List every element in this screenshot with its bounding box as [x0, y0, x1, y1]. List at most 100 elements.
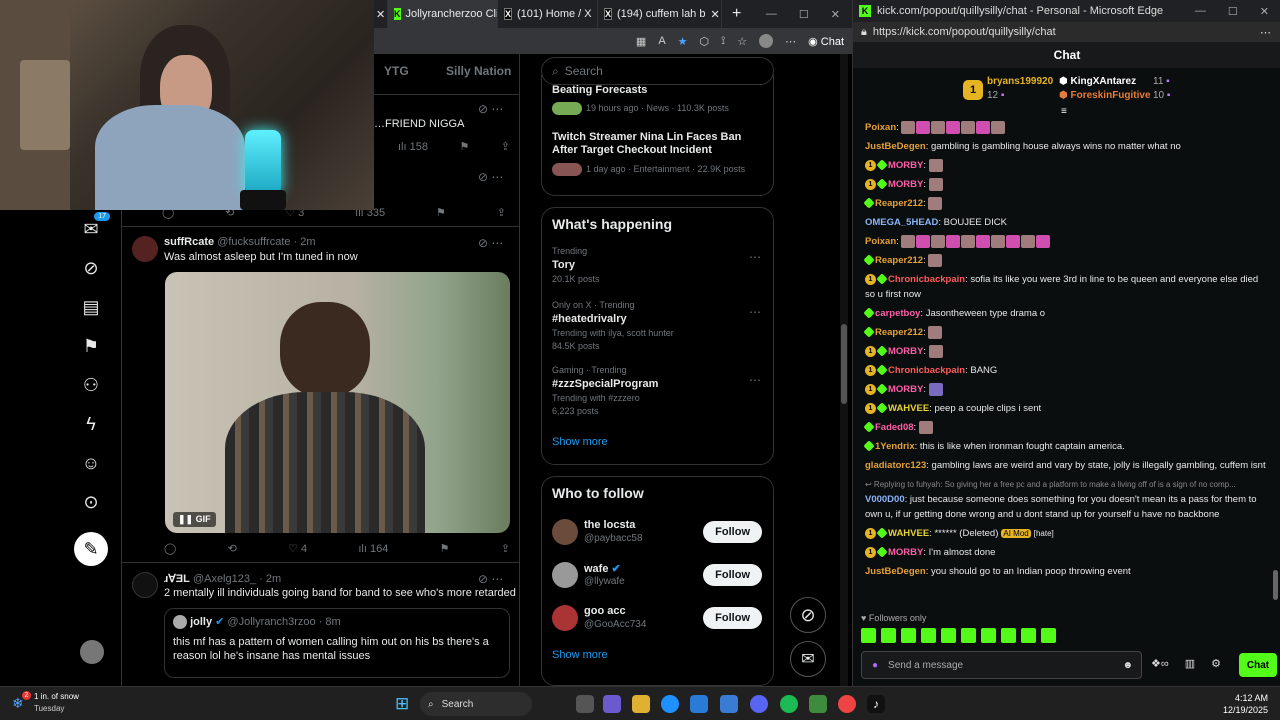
app-icon[interactable]	[809, 695, 827, 713]
follow-button[interactable]: Follow	[703, 564, 762, 586]
chat-emote-icon[interactable]	[928, 177, 943, 191]
like-icon[interactable]: ♡ 4	[288, 542, 307, 555]
avatar[interactable]	[132, 572, 158, 598]
tiktok-icon[interactable]: ♪	[867, 695, 885, 713]
emote-icon[interactable]	[861, 628, 876, 643]
chat-username[interactable]: OMEGA_5HEAD	[865, 217, 938, 228]
scrollbar-thumb[interactable]	[841, 324, 847, 404]
chat-emote-icon[interactable]	[928, 325, 943, 339]
chat-username[interactable]: Reaper212	[875, 255, 923, 266]
views-icon[interactable]: ılı 158	[398, 141, 428, 153]
mail-icon[interactable]	[720, 695, 738, 713]
chat-username[interactable]: Poixan	[865, 122, 896, 133]
follow-suggestion[interactable]: the locsta @paybacc58 Follow	[552, 519, 762, 549]
trend-item[interactable]: Only on X · Trending #heatedrivalry Tren…	[552, 300, 763, 351]
reply-context[interactable]: ↩ Replying to fuhyah: So giving her a fr…	[865, 477, 1269, 492]
emote-icon[interactable]	[1001, 628, 1016, 643]
expand-leaderboard-icon[interactable]: ≡	[1061, 106, 1067, 117]
chat-emote-icon[interactable]	[928, 158, 943, 172]
tab-x-home[interactable]: X (101) Home / X	[498, 0, 598, 28]
reader-icon[interactable]: ▦	[636, 35, 646, 48]
show-more-link[interactable]: Show more	[552, 649, 608, 661]
emote-icon[interactable]	[1041, 628, 1056, 643]
chat-username[interactable]: WAHVEE	[888, 528, 929, 539]
chat-emote-icon[interactable]	[976, 234, 991, 248]
chat-emote-icon[interactable]	[918, 420, 933, 434]
read-aloud-icon[interactable]: A	[658, 35, 665, 47]
page-options-icon[interactable]: ⋯	[1260, 26, 1280, 39]
weather-text[interactable]: 1 in. of snow	[34, 692, 79, 701]
post-gif[interactable]: ❚❚ GIF	[165, 272, 510, 533]
chat-emote-icon[interactable]	[1021, 234, 1036, 248]
copilot-icon[interactable]: ◉ Chat	[808, 35, 844, 48]
chat-username[interactable]: MORBY	[888, 160, 923, 171]
chat-emote-icon[interactable]	[931, 120, 946, 134]
notifications-icon[interactable]: ✉ 17	[78, 212, 110, 242]
new-tab-icon[interactable]: +	[722, 5, 751, 23]
chat-emote-icon[interactable]	[901, 120, 916, 134]
communities-icon[interactable]: ⚇	[78, 372, 104, 398]
bookmarks-icon[interactable]: ⚑	[78, 333, 104, 359]
trend-more-icon[interactable]: ⋯	[749, 373, 761, 387]
chat-username[interactable]: MORBY	[888, 384, 923, 395]
collections-icon[interactable]: ☆	[737, 35, 747, 48]
news-title[interactable]: Twitch Streamer Nina Lin Faces Ban After…	[552, 131, 763, 157]
news-title[interactable]: Beating Forecasts	[552, 84, 763, 96]
discord-icon[interactable]	[750, 695, 768, 713]
obs-icon[interactable]	[838, 695, 856, 713]
chat-emote-icon[interactable]	[916, 120, 931, 134]
bookmark-icon[interactable]: ⚑	[440, 542, 450, 555]
kicks-icon[interactable]: ❖∞	[1151, 657, 1169, 670]
chat-username[interactable]: MORBY	[888, 346, 923, 357]
chat-emote-icon[interactable]	[901, 234, 916, 248]
post-compose-button[interactable]: ✎	[74, 532, 108, 566]
tab-x-post[interactable]: X (194) cuffem lah b ✕	[598, 0, 722, 28]
leader-name[interactable]: bryans199920	[987, 76, 1053, 87]
chat-username[interactable]: Chronicbackpain	[888, 365, 965, 376]
chat-username[interactable]: Faded08	[875, 422, 914, 433]
chat-emote-icon[interactable]	[928, 196, 943, 210]
profile-avatar-icon[interactable]	[759, 34, 774, 48]
post-author[interactable]: suffRcate	[164, 236, 214, 248]
tab-ytg[interactable]: YTG	[384, 64, 409, 78]
post-handle[interactable]: @Axelg123_ · 2m	[193, 573, 281, 585]
emote-icon[interactable]	[981, 628, 996, 643]
grok-post-icon[interactable]: ⊘ ⋯	[478, 102, 503, 116]
chat-username[interactable]: carpetboy	[875, 308, 920, 319]
copilot-app-icon[interactable]	[603, 695, 621, 713]
views-icon[interactable]: ılı 164	[358, 543, 388, 555]
chat-emote-icon[interactable]	[946, 234, 961, 248]
chat-scrollbar[interactable]	[1273, 570, 1278, 600]
minimize-icon[interactable]: —	[1195, 5, 1206, 18]
avatar[interactable]	[132, 236, 158, 262]
chat-username[interactable]: MORBY	[888, 547, 923, 558]
chat-emote-icon[interactable]	[928, 253, 943, 267]
chat-emote-icon[interactable]	[928, 344, 943, 358]
reply-icon[interactable]: ◯	[164, 542, 176, 555]
chat-username[interactable]: 1Yendrix	[875, 441, 915, 452]
chat-emote-icon[interactable]	[961, 120, 976, 134]
chat-username[interactable]: Poixan	[865, 236, 896, 247]
close-window-icon[interactable]: ✕	[831, 8, 840, 21]
show-more-link[interactable]: Show more	[552, 436, 763, 448]
extensions-icon[interactable]: ⬡	[700, 35, 710, 48]
shop-icon[interactable]: ▥	[1185, 657, 1195, 670]
repost-icon[interactable]: ⟲	[228, 542, 237, 555]
start-menu-icon[interactable]: ⊞	[395, 694, 409, 714]
trend-item[interactable]: Trending Tory 20.1K posts	[552, 246, 763, 284]
chat-username[interactable]: V000D00	[865, 494, 905, 505]
emoji-icon[interactable]: ☻	[1122, 660, 1141, 671]
emote-icon[interactable]	[921, 628, 936, 643]
emote-icon[interactable]	[1021, 628, 1036, 643]
leader-row[interactable]: ⬢ ForeskinFugitive	[1059, 90, 1151, 101]
grok-icon[interactable]: ⊘	[78, 255, 104, 281]
taskbar-search[interactable]: ⌕ Search	[420, 692, 532, 716]
lists-icon[interactable]: ▤	[78, 294, 104, 320]
messages-float-icon[interactable]: ✉	[790, 641, 826, 677]
chat-username[interactable]: Chronicbackpain	[888, 274, 965, 285]
more-menu-icon[interactable]: ⋯	[785, 35, 796, 48]
chat-username[interactable]: JustBeDegen	[865, 566, 926, 577]
store-icon[interactable]	[690, 695, 708, 713]
more-icon[interactable]: ⊙	[78, 489, 104, 515]
post-handle[interactable]: @fucksuffrcate · 2m	[217, 236, 315, 248]
